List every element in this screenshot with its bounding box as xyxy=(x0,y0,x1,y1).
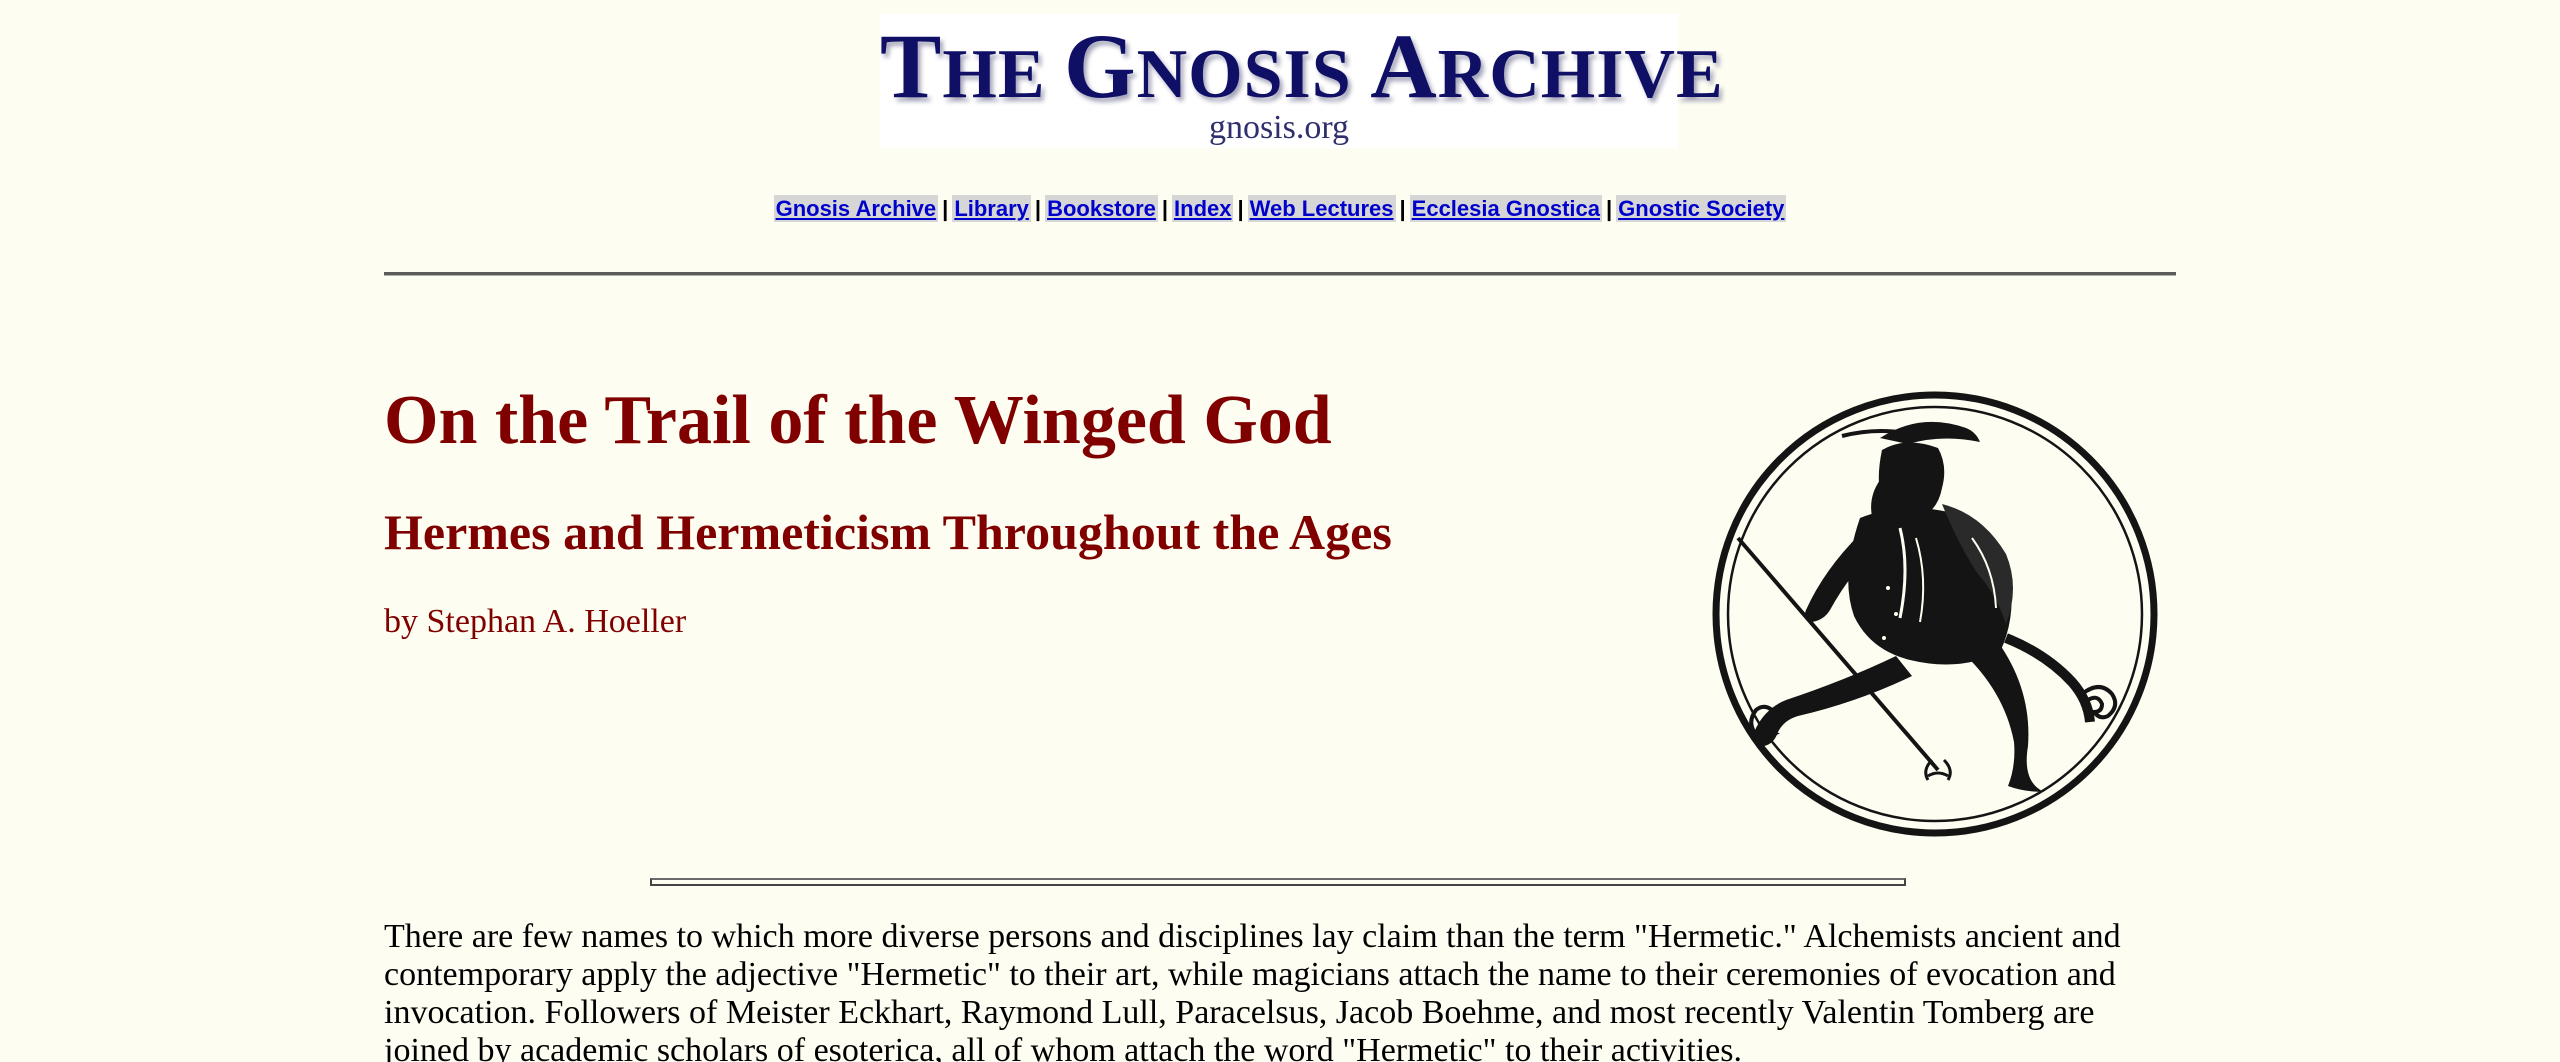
nav-separator: | xyxy=(1605,196,1613,221)
nav-separator: | xyxy=(1161,196,1169,221)
logo-title-part: HE xyxy=(942,36,1065,113)
hermes-medallion-icon xyxy=(1712,391,2158,837)
logo-title-part: RCHIVE xyxy=(1437,36,1724,113)
nav-link-library[interactable]: Library xyxy=(952,195,1031,222)
nav-link-ecclesia-gnostica[interactable]: Ecclesia Gnostica xyxy=(1409,195,1602,222)
page-title: On the Trail of the Winged God xyxy=(384,382,1332,459)
logo-title: THE GNOSIS ARCHIVE xyxy=(880,20,1723,115)
nav-separator: | xyxy=(942,196,949,221)
gnosis-archive-logo[interactable]: THE GNOSIS ARCHIVE gnosis.org xyxy=(880,14,1723,148)
logo-title-part: G xyxy=(1064,15,1137,117)
nav-link-gnosis-archive[interactable]: Gnosis Archive xyxy=(773,195,939,222)
section-divider xyxy=(650,878,1906,886)
nav-link-web-lectures[interactable]: Web Lectures xyxy=(1247,195,1396,222)
nav-link-bookstore[interactable]: Bookstore xyxy=(1045,195,1158,222)
author-byline: by Stephan A. Hoeller xyxy=(384,603,687,640)
horizontal-divider xyxy=(384,272,2176,276)
article-intro-paragraph: There are few names to which more divers… xyxy=(384,918,2121,1062)
nav-separator: | xyxy=(1237,196,1244,221)
nav-separator: | xyxy=(1034,196,1042,221)
page-subtitle: Hermes and Hermeticism Throughout the Ag… xyxy=(384,504,1392,560)
nav-separator: | xyxy=(1399,196,1406,221)
logo-subtitle: gnosis.org xyxy=(1208,109,1350,146)
logo-title-part: A xyxy=(1370,15,1438,117)
logo-title-part: T xyxy=(880,15,943,117)
nav-link-index[interactable]: Index xyxy=(1172,195,1234,222)
nav-link-gnostic-society[interactable]: Gnostic Society xyxy=(1616,195,1787,222)
logo-title-part: NOSIS xyxy=(1136,36,1371,113)
top-navigation: Gnosis Archive | Library | Bookstore | Index | W… xyxy=(0,194,2560,224)
